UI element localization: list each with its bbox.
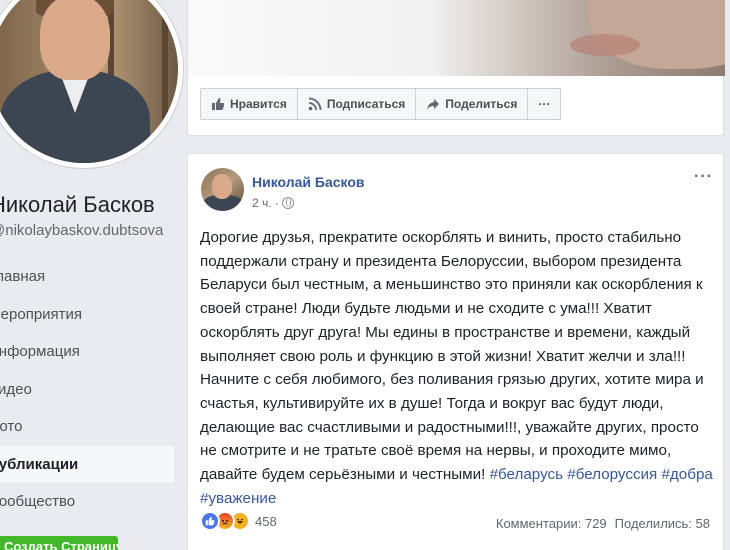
- cover-photo[interactable]: [188, 0, 725, 76]
- cover-card: Нравится Подписаться Поделиться ···: [187, 0, 725, 136]
- nav-item-videos[interactable]: Видео: [0, 371, 174, 409]
- page-handle[interactable]: @nikolaybaskov.dubtsova: [0, 222, 163, 239]
- more-actions-button[interactable]: ···: [528, 89, 560, 119]
- post-text: Дорогие друзья, прекратите оскорблять и …: [200, 229, 704, 484]
- nav-item-events[interactable]: Мероприятия: [0, 296, 174, 334]
- globe-icon[interactable]: [281, 197, 294, 209]
- thumbs-up-icon: [211, 97, 225, 111]
- page-name[interactable]: Николай Басков: [0, 192, 155, 218]
- profile-picture[interactable]: [0, 0, 183, 168]
- page-nav: Главная Мероприятия Информация Видео Фот…: [0, 258, 174, 521]
- nav-item-posts[interactable]: Публикации: [0, 445, 174, 483]
- nav-item-home[interactable]: Главная: [0, 258, 174, 296]
- like-reaction-icon: [200, 511, 220, 531]
- rss-icon: [308, 97, 322, 111]
- nav-item-photos[interactable]: Фото: [0, 408, 174, 446]
- reactions-count: 458: [255, 513, 277, 529]
- hashtag-link[interactable]: #добра: [661, 466, 712, 483]
- post-options-button[interactable]: ···: [694, 168, 713, 186]
- reactions-summary[interactable]: 458: [200, 511, 277, 531]
- post-author-avatar[interactable]: [201, 168, 244, 211]
- like-page-button[interactable]: Нравится: [201, 89, 298, 119]
- create-page-button[interactable]: Создать Страницу: [0, 536, 118, 550]
- post-body: Дорогие друзья, прекратите оскорблять и …: [200, 226, 715, 510]
- nav-item-community[interactable]: Сообщество: [0, 483, 174, 521]
- post-meta: 2 ч. ·: [252, 196, 294, 210]
- shares-count-link[interactable]: Поделились: 58: [615, 516, 710, 531]
- post-author-name[interactable]: Николай Басков: [252, 174, 365, 190]
- post-card: Николай Басков 2 ч. · ··· Дорогие друзья…: [187, 153, 724, 550]
- subscribe-button[interactable]: Подписаться: [298, 89, 417, 119]
- post-timestamp[interactable]: 2 ч.: [252, 196, 272, 210]
- share-page-button[interactable]: Поделиться: [416, 89, 529, 119]
- hashtag-link[interactable]: #беларусь: [490, 466, 563, 483]
- comments-count-link[interactable]: Комментарии: 729: [496, 516, 607, 531]
- hashtag-link[interactable]: #уважение: [200, 490, 276, 507]
- share-page-label: Поделиться: [445, 97, 518, 111]
- subscribe-label: Подписаться: [326, 97, 406, 111]
- nav-item-about[interactable]: Информация: [0, 333, 174, 371]
- share-arrow-icon: [426, 97, 440, 111]
- like-page-label: Нравится: [230, 97, 287, 111]
- post-stats: Комментарии: 729 Поделились: 58: [496, 516, 710, 531]
- hashtag-link[interactable]: #белоруссия: [567, 466, 657, 483]
- page-actions: Нравится Подписаться Поделиться ···: [200, 88, 562, 120]
